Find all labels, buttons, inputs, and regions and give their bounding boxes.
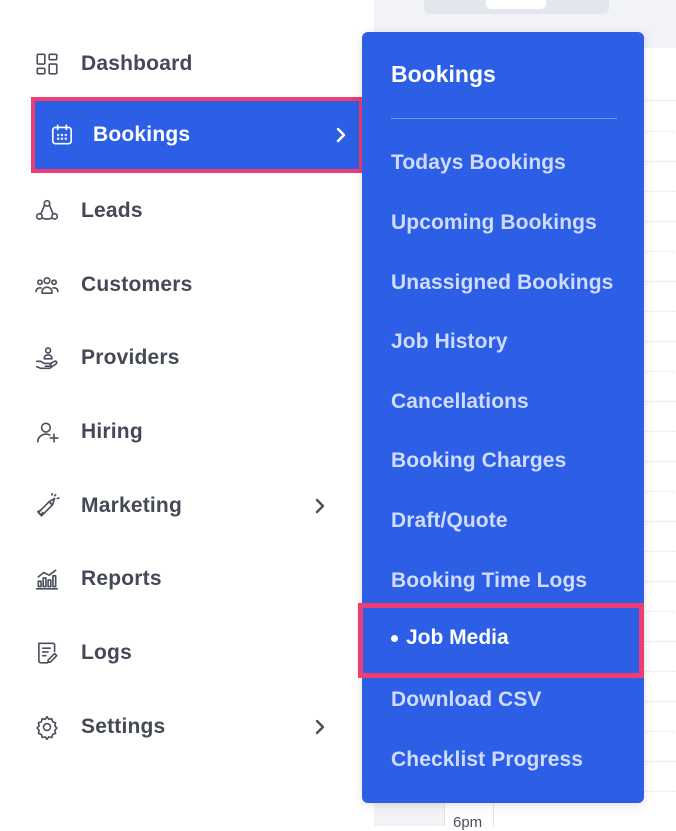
calendar-icon xyxy=(48,121,76,149)
bookings-submenu: Bookings Todays Bookings Upcoming Bookin… xyxy=(362,32,644,803)
sidebar-item-bookings[interactable]: Bookings xyxy=(35,101,359,169)
sidebar-item-hiring[interactable]: Hiring xyxy=(20,410,350,454)
hand-person-icon xyxy=(33,344,61,372)
sidebar-item-logs[interactable]: Logs xyxy=(20,631,350,675)
submenu-item-job-history[interactable]: Job History xyxy=(391,330,508,354)
chevron-right-icon xyxy=(331,125,351,145)
sidebar-item-leads[interactable]: Leads xyxy=(20,189,350,233)
hour-label: 6pm xyxy=(453,814,482,831)
notebook-icon xyxy=(33,639,61,667)
sidebar-item-label: Marketing xyxy=(81,494,182,518)
submenu-item-booking-charges[interactable]: Booking Charges xyxy=(391,449,566,473)
submenu-item-checklist-progress[interactable]: Checklist Progress xyxy=(391,748,583,772)
sidebar-item-label: Leads xyxy=(81,199,143,223)
sidebar-item-dashboard[interactable]: Dashboard xyxy=(20,42,350,86)
submenu-item-download-csv[interactable]: Download CSV xyxy=(391,688,542,712)
sidebar-item-label: Bookings xyxy=(93,123,190,147)
active-dot-icon xyxy=(391,635,398,642)
submenu-item-draft-quote[interactable]: Draft/Quote xyxy=(391,509,508,533)
sidebar-item-label: Providers xyxy=(81,346,180,370)
submenu-item-unassigned-bookings[interactable]: Unassigned Bookings xyxy=(391,271,613,295)
submenu-title: Bookings xyxy=(391,61,496,88)
sidebar-item-label: Dashboard xyxy=(81,52,193,76)
sidebar-item-settings[interactable]: Settings xyxy=(20,705,350,749)
sidebar-item-label: Settings xyxy=(81,715,165,739)
top-toggle-bar xyxy=(424,0,609,14)
sidebar-item-label: Logs xyxy=(81,641,132,665)
submenu-item-label: Job Media xyxy=(406,626,509,650)
submenu-item-todays-bookings[interactable]: Todays Bookings xyxy=(391,151,566,175)
user-add-icon xyxy=(33,418,61,446)
submenu-item-job-media[interactable]: Job Media xyxy=(391,626,509,650)
sidebar-item-label: Customers xyxy=(81,273,193,297)
sidebar-nav: Dashboard Bookings Leads Customers Provi… xyxy=(0,0,374,826)
submenu-item-upcoming-bookings[interactable]: Upcoming Bookings xyxy=(391,211,597,235)
sidebar-item-customers[interactable]: Customers xyxy=(20,263,350,307)
sidebar-item-reports[interactable]: Reports xyxy=(20,557,350,601)
submenu-item-booking-time-logs[interactable]: Booking Time Logs xyxy=(391,569,587,593)
submenu-item-cancellations[interactable]: Cancellations xyxy=(391,390,529,414)
sidebar-item-label: Reports xyxy=(81,567,162,591)
bar-chart-icon xyxy=(33,565,61,593)
sidebar-item-label: Hiring xyxy=(81,420,143,444)
submenu-divider xyxy=(391,118,617,119)
chevron-right-icon xyxy=(310,717,330,737)
gear-icon xyxy=(33,713,61,741)
dashboard-grid-icon xyxy=(33,50,61,78)
sidebar-item-marketing[interactable]: Marketing xyxy=(20,484,350,528)
megaphone-icon xyxy=(33,492,61,520)
leads-nodes-icon xyxy=(33,197,61,225)
toggle-pill[interactable] xyxy=(486,0,546,9)
chevron-right-icon xyxy=(310,496,330,516)
sidebar-item-providers[interactable]: Providers xyxy=(20,336,350,380)
customers-group-icon xyxy=(33,271,61,299)
